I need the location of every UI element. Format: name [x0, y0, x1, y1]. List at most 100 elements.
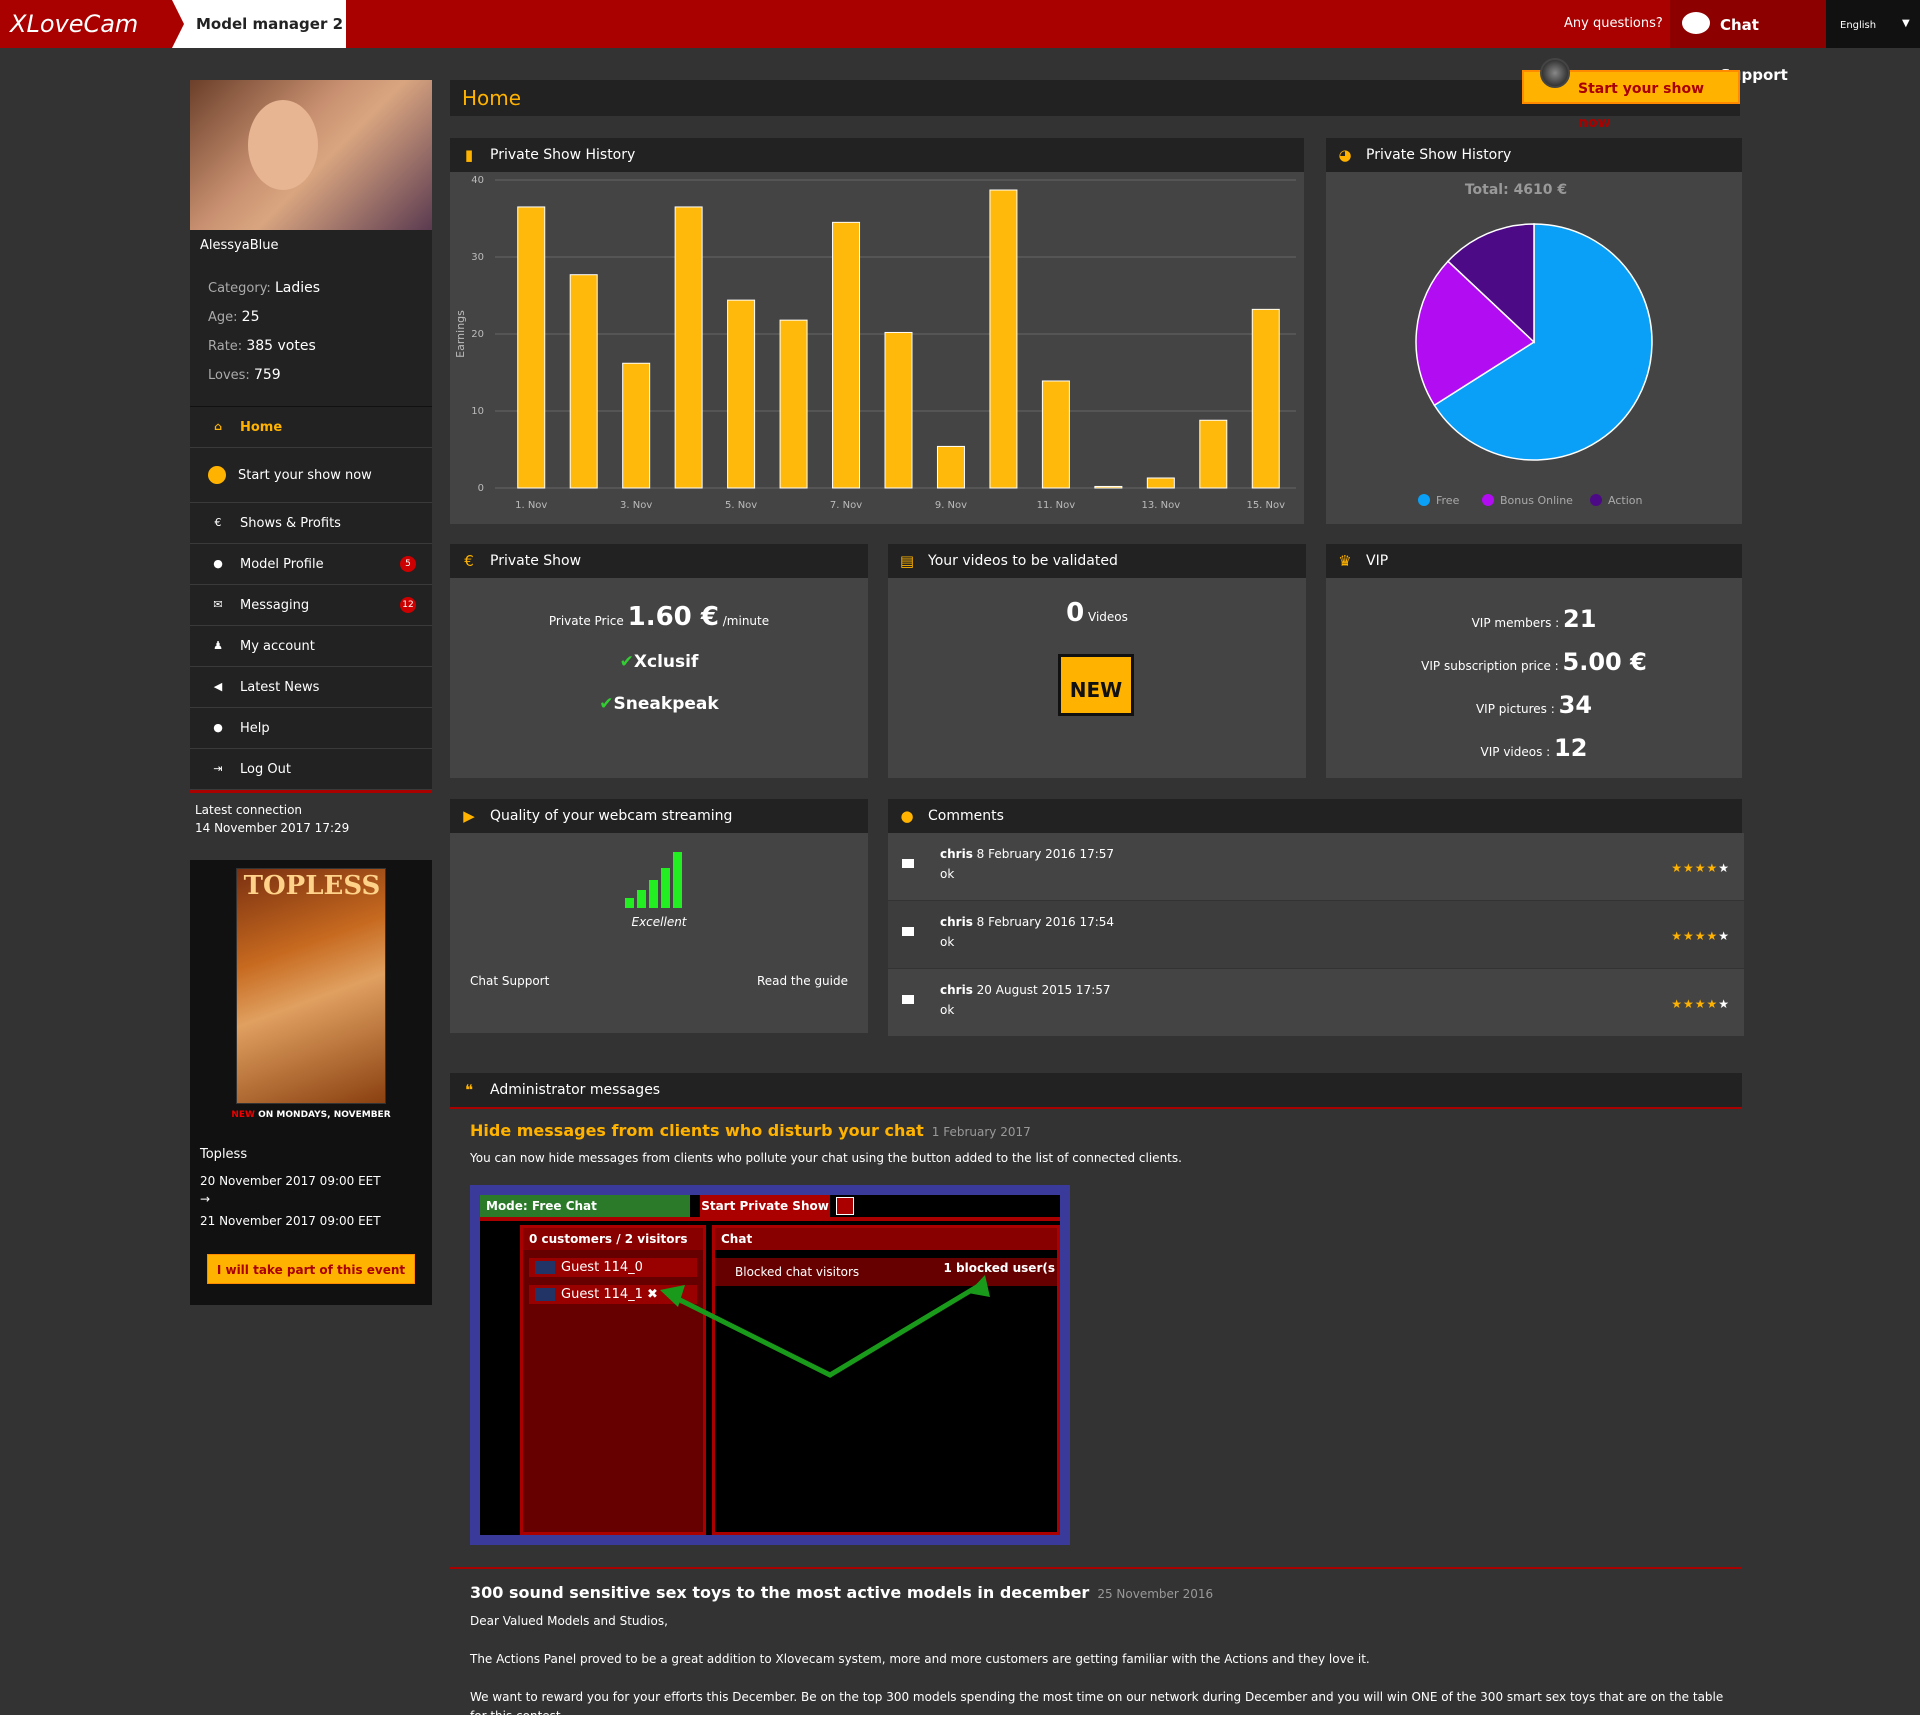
bar-4Nov — [674, 206, 703, 489]
side-nav: ⌂ Home Start your show now € Shows & Profi… — [190, 406, 432, 790]
event-poster[interactable]: TOPLESS — [236, 868, 386, 1104]
pie-chart: Total: 4610 € Free Bonus Online Action — [1415, 182, 1653, 507]
nav-my-account[interactable]: ♟ My account — [190, 626, 432, 667]
bar-5Nov — [727, 299, 756, 489]
profile-photo[interactable] — [190, 80, 432, 230]
help-icon: ● — [213, 721, 223, 734]
pie-total: Total: 4610 € — [1465, 182, 1567, 198]
vip-members: 21 — [1563, 605, 1597, 633]
green-arrow-annotation — [660, 1275, 990, 1378]
comment-row: chris 8 February 2016 17:54 ok ★★★★★ — [888, 901, 1744, 969]
nav-home[interactable]: ⌂ Home — [190, 407, 432, 448]
panel-title: Your videos to be validated — [928, 553, 1118, 569]
nav-messaging[interactable]: ✉ Messaging 12 — [190, 585, 432, 626]
bar-chart: 0 10 20 30 40 Earnings 1. Nov 3. Nov 5. Nov 7. No… — [454, 175, 1296, 511]
profile-name: AlessyaBlue — [190, 230, 432, 262]
admin-messages-panel: ❝ Administrator messages Hide messages fr… — [450, 1073, 1742, 1715]
euro-icon: € — [464, 552, 474, 570]
crown-icon: ♛ — [1338, 552, 1352, 570]
event-tagline: NEW ON MONDAYS, NOVEMBER — [231, 1110, 391, 1120]
videos-panel: ▤ Your videos to be validated 0 Videos NE… — [888, 544, 1306, 778]
euro-icon: € — [214, 516, 222, 529]
vip-pictures: 34 — [1558, 691, 1593, 719]
legend-label: Free — [1436, 494, 1460, 507]
bar-6Nov — [779, 319, 808, 489]
notification-badge: 5 — [400, 556, 416, 572]
check-icon: ✔ — [599, 694, 614, 714]
panel-title: VIP — [1366, 553, 1389, 569]
last-connection: Latest connection 14 November 2017 17:29 — [195, 803, 350, 835]
pie-chart-icon: ◕ — [1338, 146, 1352, 164]
panel-title: Comments — [928, 808, 1004, 824]
message-title[interactable]: 300 sound sensitive sex toys to the most… — [470, 1583, 1089, 1602]
message-title[interactable]: Hide messages from clients who disturb y… — [470, 1121, 924, 1140]
panel-title: Administrator messages — [490, 1082, 661, 1098]
chat-bubble-icon — [1682, 12, 1710, 34]
nav-log-out[interactable]: ⇥ Log Out — [190, 749, 432, 790]
x-tick-label: 11. Nov — [1037, 500, 1076, 511]
nav-model-profile[interactable]: ● Model Profile 5 — [190, 544, 432, 585]
message-body: You can now hide messages from clients w… — [470, 1151, 1182, 1165]
clapperboard-icon: ▤ — [899, 552, 915, 570]
event-box: TOPLESS NEW ON MONDAYS, NOVEMBER Topless… — [190, 860, 432, 1305]
envelope-icon — [902, 995, 914, 1004]
join-event-button[interactable]: I will take part of this event — [207, 1254, 415, 1284]
chat-support-button[interactable]: Chat Support — [1670, 0, 1826, 84]
y-tick-label: 0 — [478, 483, 484, 494]
private-price: 1.60 € — [627, 602, 719, 632]
model-manager-tab[interactable]: Model manager 2 — [172, 0, 346, 48]
vip-videos: 12 — [1554, 734, 1588, 762]
bar-7Nov — [832, 221, 861, 489]
panel-title: Quality of your webcam streaming — [490, 808, 733, 824]
sidebar: AlessyaBlue Category: Ladies Age: 25 Rat… — [190, 80, 432, 845]
language-selector[interactable]: English ▼ — [1826, 0, 1920, 48]
envelope-icon: ✉ — [213, 598, 223, 611]
bar-8Nov — [884, 331, 913, 489]
any-questions-label: Any questions? — [1564, 16, 1663, 31]
x-tick-label: 5. Nov — [725, 500, 757, 511]
x-tick-label: 9. Nov — [935, 500, 967, 511]
read-guide-link[interactable]: Read the guide — [757, 974, 848, 988]
home-icon: ⌂ — [214, 420, 222, 433]
bar-15Nov — [1251, 308, 1280, 489]
logout-icon: ⇥ — [213, 762, 223, 775]
legend-marker — [1418, 494, 1430, 506]
start-show-button[interactable]: Start your show now — [1522, 58, 1740, 131]
star-rating: ★★★★★ — [1671, 929, 1730, 943]
nav-latest-news[interactable]: ◀ Latest News — [190, 667, 432, 708]
event-end: 21 November 2017 09:00 EET — [200, 1214, 381, 1228]
vip-price: 5.00 € — [1562, 648, 1647, 676]
event-title: Topless — [200, 1147, 248, 1162]
option-sneakpeak: Sneakpeak — [613, 694, 719, 714]
notification-badge: 12 — [400, 597, 416, 613]
panel-title: Private Show History — [1366, 147, 1512, 163]
y-tick-label: 30 — [471, 252, 484, 263]
quality-panel: ▶ Quality of your webcam streaming Excell… — [450, 799, 868, 1033]
signal-bars-icon — [625, 850, 691, 908]
comment-row: chris 8 February 2016 17:57 ok ★★★★★ — [888, 833, 1744, 901]
nav-help[interactable]: ● Help — [190, 708, 432, 749]
bar-14Nov — [1199, 419, 1228, 489]
envelope-icon — [902, 927, 914, 936]
nav-shows-profits[interactable]: € Shows & Profits — [190, 503, 432, 544]
bar-12Nov — [1094, 485, 1123, 489]
x-tick-label: 13. Nov — [1142, 500, 1181, 511]
panel-title: Private Show — [490, 553, 582, 569]
panel-title: Private Show History — [490, 147, 636, 163]
comment-row: chris 20 August 2015 17:57 ok ★★★★★ — [888, 969, 1744, 1037]
logo[interactable]: XLoveCam — [10, 4, 170, 44]
bar-13Nov — [1146, 477, 1175, 489]
legend-label: Action — [1608, 494, 1642, 507]
play-icon: ▶ — [463, 807, 475, 825]
x-tick-label: 15. Nov — [1246, 500, 1285, 511]
y-axis-label: Earnings — [454, 310, 467, 358]
bar-9Nov — [936, 445, 965, 489]
y-tick-label: 40 — [471, 175, 484, 186]
webcam-icon — [1540, 58, 1570, 88]
nav-start-show[interactable]: Start your show now — [190, 448, 432, 503]
y-tick-label: 20 — [471, 329, 484, 340]
profile-info: Category: Ladies Age: 25 Rate: 385 votes… — [190, 262, 432, 406]
feature-screenshot: Mode: Free Chat Start Private Show 0 cus… — [470, 1185, 1070, 1545]
chat-support-link[interactable]: Chat Support — [470, 974, 549, 988]
envelope-icon — [902, 859, 914, 868]
